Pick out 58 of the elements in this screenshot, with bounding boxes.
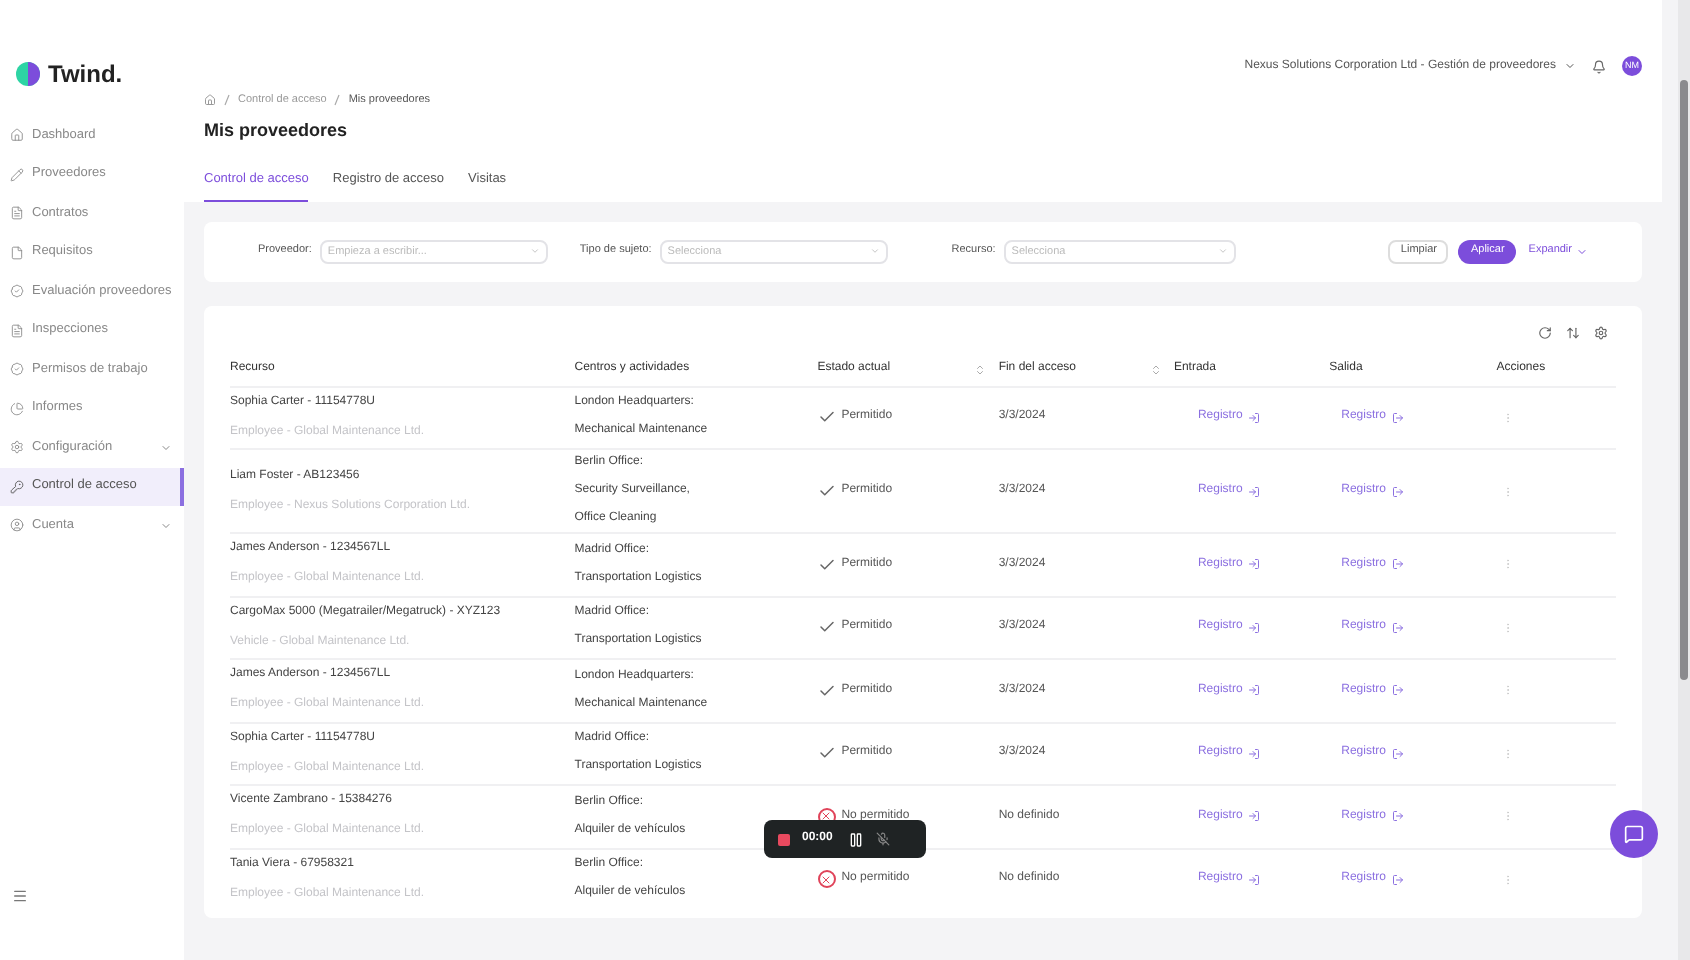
- pie-chart-icon: [10, 401, 24, 416]
- key-icon: [10, 479, 24, 494]
- check-icon: [817, 618, 836, 637]
- exit-icon: [1391, 873, 1404, 886]
- exit-icon: [1391, 485, 1404, 497]
- stop-icon[interactable]: [778, 833, 790, 845]
- chevron-icon: [160, 519, 172, 532]
- separator-icon: [334, 94, 341, 107]
- entry-icon: [1248, 747, 1261, 760]
- chevron-icon: [529, 246, 540, 256]
- chevron-icon: [1217, 246, 1228, 256]
- page-title: Mis proveedores: [204, 118, 350, 145]
- exit-icon: [1391, 810, 1404, 823]
- user-icon: [10, 518, 24, 533]
- scrollbar-thumb[interactable]: [1680, 80, 1688, 680]
- check-icon: [817, 681, 836, 700]
- home-icon[interactable]: [204, 94, 216, 107]
- document-icon: [10, 323, 24, 338]
- chevron-icon: [160, 441, 172, 454]
- refresh-icon[interactable]: [1538, 326, 1552, 340]
- check-icon: [817, 408, 836, 427]
- exit-icon: [1391, 747, 1404, 760]
- entry-icon: [1248, 810, 1261, 823]
- mic-off-icon[interactable]: [876, 832, 891, 846]
- menu-icon[interactable]: [12, 888, 28, 904]
- exit-icon: [1391, 558, 1404, 571]
- entry-icon: [1248, 621, 1261, 634]
- exit-icon: [1391, 411, 1404, 424]
- exit-icon: [1391, 684, 1404, 697]
- document-icon: [10, 206, 24, 221]
- entry-icon: [1248, 485, 1261, 497]
- check-icon: [817, 744, 836, 763]
- pencil-icon: [10, 167, 24, 182]
- separator-icon: [224, 94, 230, 107]
- settings-icon: [10, 440, 24, 455]
- badge-icon: [10, 362, 24, 377]
- chat-icon: [1624, 824, 1644, 844]
- pause-icon[interactable]: [848, 831, 865, 847]
- chevron-icon: [1564, 60, 1576, 72]
- chevron-icon: [869, 246, 880, 256]
- check-icon: [817, 482, 836, 500]
- check-icon: [817, 555, 836, 574]
- denied-icon: [817, 870, 836, 889]
- entry-icon: [1248, 558, 1261, 571]
- logo-icon: [16, 62, 40, 86]
- brand-name: Twind.: [48, 58, 123, 92]
- exit-icon: [1391, 621, 1404, 634]
- entry-icon: [1248, 684, 1261, 697]
- bell-icon[interactable]: [1592, 59, 1606, 73]
- entry-icon: [1248, 411, 1261, 424]
- badge-icon: [10, 284, 24, 299]
- chevron-icon: [1576, 245, 1588, 257]
- settings-icon[interactable]: [1594, 326, 1608, 340]
- entry-icon: [1248, 873, 1261, 886]
- file-icon: [10, 245, 24, 260]
- home-icon: [10, 128, 24, 143]
- chat-button[interactable]: [1610, 810, 1658, 858]
- column-height-icon[interactable]: [1566, 326, 1580, 340]
